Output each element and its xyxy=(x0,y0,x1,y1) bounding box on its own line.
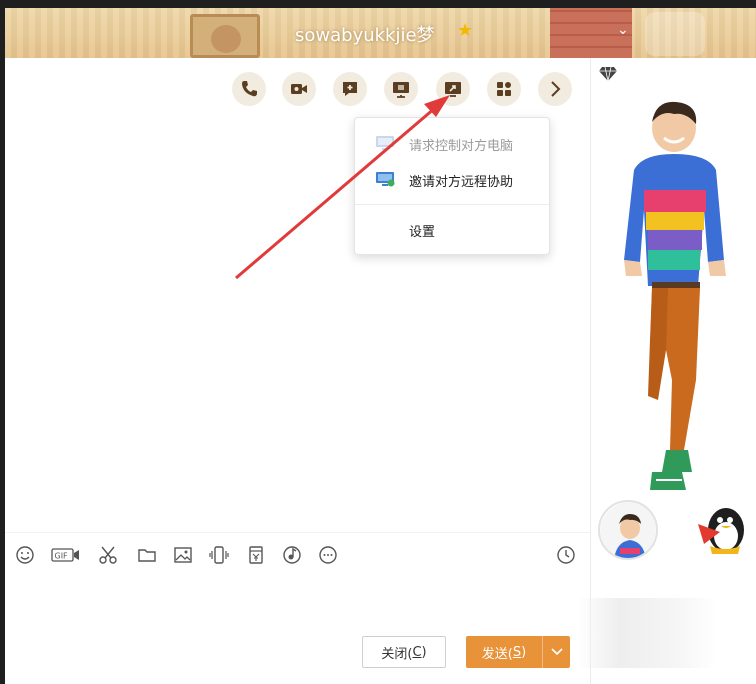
close-button-label-end: ) xyxy=(421,644,427,660)
qq-penguin-icon[interactable] xyxy=(690,502,750,556)
title-bar-decoration-frame xyxy=(190,14,260,58)
apps-icon[interactable] xyxy=(487,72,521,106)
avatar-show-figure xyxy=(624,101,726,490)
menu-item-label: 请求控制对方电脑 xyxy=(409,139,514,154)
close-button-hotkey: C xyxy=(412,644,422,660)
input-divider xyxy=(5,532,590,533)
blurred-region xyxy=(578,598,718,668)
menu-item-request-control[interactable]: 请求控制对方电脑 xyxy=(355,128,551,158)
emoji-icon[interactable] xyxy=(14,544,36,566)
menu-item-label: 设置 xyxy=(409,225,436,240)
chevron-down-icon[interactable]: ⌄ xyxy=(617,22,629,38)
menu-item-label: 邀请对方远程协助 xyxy=(409,175,514,190)
menu-separator xyxy=(355,204,551,205)
close-button[interactable]: 关闭(C) xyxy=(362,636,446,668)
avatar[interactable] xyxy=(598,500,658,560)
title-bar-decoration-cartoon xyxy=(645,12,705,56)
remote-assist-menu: 请求控制对方电脑 邀请对方远程协助 设置 xyxy=(354,117,551,255)
menu-item-invite-assist[interactable]: 邀请对方远程协助 xyxy=(355,164,551,194)
remote-desktop-icon[interactable] xyxy=(436,72,470,106)
phone-icon[interactable] xyxy=(232,72,266,106)
clock-icon[interactable] xyxy=(555,544,577,566)
image-icon[interactable] xyxy=(172,544,194,566)
scissors-icon[interactable] xyxy=(97,544,119,566)
svg-text:GIF: GIF xyxy=(55,552,69,561)
music-icon[interactable] xyxy=(281,544,303,566)
chat-window: sowabyukkjie梦 ★ ⌄ 请求控制对方电脑 邀请对方远程协助 设置 G… xyxy=(0,0,756,684)
chevron-right-icon[interactable] xyxy=(538,72,572,106)
monitor-icon xyxy=(375,134,395,152)
star-icon: ★ xyxy=(457,20,474,41)
monitor-icon xyxy=(375,170,395,188)
folder-icon[interactable] xyxy=(136,544,158,566)
close-button-label: 关闭( xyxy=(381,646,413,662)
diamond-icon[interactable] xyxy=(598,66,618,82)
screen-share-icon[interactable] xyxy=(384,72,418,106)
more-icon[interactable] xyxy=(317,544,339,566)
send-button-label-end: ) xyxy=(521,644,527,660)
title-bar[interactable]: sowabyukkjie梦 ★ ⌄ xyxy=(5,8,756,58)
red-packet-icon[interactable] xyxy=(245,544,267,566)
contact-name[interactable]: sowabyukkjie梦 xyxy=(295,21,435,47)
video-call-icon[interactable] xyxy=(282,72,316,106)
window-top-edge xyxy=(0,0,756,8)
menu-item-settings[interactable]: 设置 xyxy=(355,214,551,244)
send-button-label: 发送( xyxy=(481,646,513,662)
chevron-down-icon xyxy=(550,648,563,656)
send-options-button[interactable] xyxy=(542,636,570,668)
send-button[interactable]: 发送(S) xyxy=(466,636,542,668)
chat-bubble-plus-icon[interactable] xyxy=(333,72,367,106)
shake-icon[interactable] xyxy=(208,544,230,566)
send-button-hotkey: S xyxy=(512,644,522,660)
gif-icon[interactable]: GIF xyxy=(50,544,82,566)
